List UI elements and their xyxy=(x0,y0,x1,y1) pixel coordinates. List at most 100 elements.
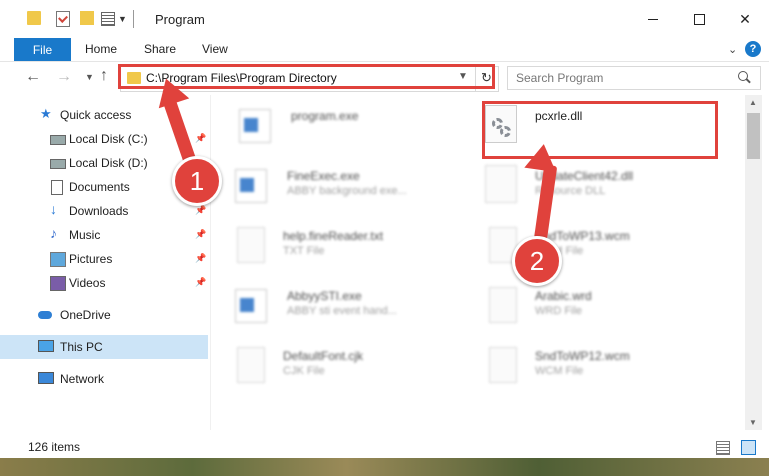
music-note-icon: ♪ xyxy=(50,225,57,241)
ribbon: File Home Share View ⌄ ? xyxy=(0,38,769,62)
sidebar-item-downloads[interactable]: ↓ Downloads 📌 xyxy=(0,199,208,223)
sidebar-item-label: OneDrive xyxy=(60,308,111,322)
download-arrow-icon: ↓ xyxy=(50,201,57,217)
up-arrow-icon[interactable]: ↑ xyxy=(100,67,108,85)
expand-ribbon-chevron-icon[interactable]: ⌄ xyxy=(728,43,737,56)
executable-icon xyxy=(235,289,267,323)
file-name: SndToWP12.wcm xyxy=(535,349,630,363)
close-button[interactable]: ✕ xyxy=(722,0,768,38)
properties-icon[interactable] xyxy=(56,11,70,27)
pin-icon[interactable]: 📌 xyxy=(195,205,206,216)
sidebar-item-label: This PC xyxy=(60,340,103,354)
close-icon: ✕ xyxy=(739,10,751,27)
sidebar-item-videos[interactable]: Videos 📌 xyxy=(0,271,208,295)
recent-locations-dropdown-icon[interactable]: ▼ xyxy=(85,72,94,82)
sidebar-item-label: Local Disk (C:) xyxy=(69,132,148,146)
file-description: ABBY background exe... xyxy=(287,185,407,197)
hard-drive-icon xyxy=(50,159,66,169)
dll-highlight-box xyxy=(482,101,718,159)
folder-icon xyxy=(27,11,41,25)
view-icon[interactable] xyxy=(101,12,115,26)
sidebar-item-this-pc[interactable]: This PC xyxy=(0,335,208,359)
network-icon xyxy=(38,372,54,384)
tab-share[interactable]: Share xyxy=(144,42,176,56)
search-input[interactable]: Search Program xyxy=(507,66,761,90)
large-icons-view-icon[interactable] xyxy=(741,440,756,455)
annotation-arrowhead-2 xyxy=(524,141,560,173)
search-placeholder: Search Program xyxy=(516,71,604,85)
scrollbar-thumb[interactable] xyxy=(747,113,760,159)
maximize-icon xyxy=(693,13,705,25)
search-icon[interactable] xyxy=(738,71,748,81)
pin-icon[interactable]: 📌 xyxy=(195,229,206,240)
sidebar-item-pictures[interactable]: Pictures 📌 xyxy=(0,247,208,271)
star-icon: ★ xyxy=(40,106,52,121)
sidebar-item-label: Videos xyxy=(69,276,106,290)
sidebar-item-label: Music xyxy=(69,228,101,242)
minimize-icon xyxy=(648,18,658,20)
file-item[interactable]: program.exe xyxy=(239,103,479,151)
customize-toolbar-dropdown-icon[interactable]: ▼ xyxy=(118,14,127,24)
file-item[interactable]: UpdateClient42.dll Resource DLL xyxy=(483,163,723,211)
file-item[interactable]: FineExec.exe ABBY background exe... xyxy=(235,163,475,211)
tab-file[interactable]: File xyxy=(14,38,71,61)
pin-icon[interactable]: 📌 xyxy=(195,253,206,264)
file-description: WCM File xyxy=(535,365,584,377)
file-name: FineExec.exe xyxy=(287,169,360,183)
minimize-button[interactable] xyxy=(630,0,676,38)
sidebar-item-label: Pictures xyxy=(69,252,113,266)
executable-icon xyxy=(239,109,271,143)
scroll-up-icon[interactable]: ▲ xyxy=(749,98,757,107)
pictures-icon xyxy=(50,252,66,267)
scroll-down-icon[interactable]: ▼ xyxy=(749,418,757,427)
forward-arrow-icon[interactable]: → xyxy=(56,68,72,86)
file-description: TXT File xyxy=(283,245,325,257)
documents-icon xyxy=(51,180,63,195)
pin-icon[interactable]: 📌 xyxy=(195,277,206,288)
file-icon xyxy=(489,287,517,323)
tab-home[interactable]: Home xyxy=(85,42,117,56)
maximize-button[interactable] xyxy=(676,0,722,38)
sidebar-item-music[interactable]: ♪ Music 📌 xyxy=(0,223,208,247)
title-bar: ▼ Program ✕ xyxy=(0,0,769,38)
hard-drive-icon xyxy=(50,135,66,145)
computer-icon xyxy=(38,340,54,352)
file-item[interactable]: DefaultFont.cjk CJK File xyxy=(231,343,471,391)
file-name: AbbyySTI.exe xyxy=(287,289,362,303)
file-item[interactable]: SndToWP12.wcm WCM File xyxy=(483,343,723,391)
new-folder-icon[interactable] xyxy=(80,11,94,25)
file-name: help.fineReader.txt xyxy=(283,229,384,243)
sidebar-item-network[interactable]: Network xyxy=(0,367,208,391)
executable-icon xyxy=(235,169,267,203)
divider xyxy=(133,10,134,28)
vertical-scrollbar[interactable]: ▲ ▼ xyxy=(745,95,762,430)
sidebar-item-label: Network xyxy=(60,372,105,386)
file-name: Arabic.wrd xyxy=(535,289,592,303)
file-item[interactable]: AbbyySTI.exe ABBY sti event hand... xyxy=(235,283,475,331)
file-description: WRD File xyxy=(535,305,583,317)
tab-view[interactable]: View xyxy=(202,42,228,56)
videos-icon xyxy=(50,276,66,291)
help-icon[interactable]: ? xyxy=(745,41,761,57)
step-2-badge: 2 xyxy=(512,236,562,286)
desktop-background xyxy=(0,458,769,476)
file-name: program.exe xyxy=(291,109,359,123)
item-count: 126 items xyxy=(28,440,81,454)
file-description: ABBY sti event hand... xyxy=(287,305,397,317)
window-title: Program xyxy=(155,12,205,27)
file-icon xyxy=(489,347,517,383)
text-file-icon xyxy=(237,227,265,263)
status-bar: 126 items xyxy=(0,436,769,458)
file-name: DefaultFont.cjk xyxy=(283,349,364,363)
file-item[interactable]: Arabic.wrd WRD File xyxy=(483,283,723,331)
file-explorer-window: ▼ Program ✕ File Home Share View ⌄ ? ← →… xyxy=(0,0,769,458)
back-arrow-icon[interactable]: ← xyxy=(25,68,41,86)
details-view-icon[interactable] xyxy=(716,441,730,455)
pin-icon[interactable]: 📌 xyxy=(195,133,206,144)
sidebar-item-onedrive[interactable]: OneDrive xyxy=(0,303,208,327)
file-item[interactable]: help.fineReader.txt TXT File xyxy=(231,223,471,271)
step-1-badge: 1 xyxy=(172,156,222,206)
file-description: CJK File xyxy=(283,365,325,377)
sidebar-item-label: Downloads xyxy=(69,204,129,218)
dll-settings-icon xyxy=(485,165,517,203)
